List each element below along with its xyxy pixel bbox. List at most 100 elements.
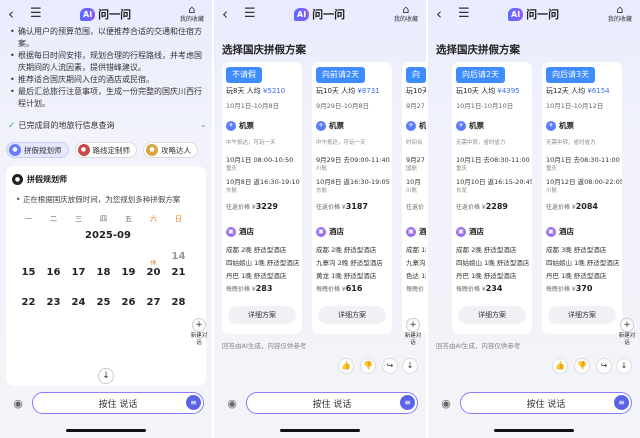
list-menu-icon[interactable]: ☰ (244, 6, 256, 22)
favorites-button[interactable]: ⌂ 我的收藏 (178, 4, 206, 24)
flight-section-title: ✈ 机票 (226, 120, 254, 131)
input-area: ◉ 按住 说话 ≡ (214, 388, 426, 438)
calendar-day[interactable]: 18 (91, 267, 116, 297)
chevron-down-icon[interactable]: ⌄ (200, 120, 207, 129)
plus-icon: + (406, 318, 420, 332)
back-arrow-icon[interactable]: ‹ (436, 6, 442, 22)
download-icon[interactable]: ↓ (402, 358, 418, 374)
app-logo: AI 问一问 (80, 6, 131, 22)
plan-card[interactable]: 向玩10天 人均 ¥7 9月27日 ✈机时间合 9月27 15: 国航 10月川航往返价 ▣… (402, 62, 426, 334)
plan-summary: 玩10天 人均 ¥8731 (316, 86, 380, 96)
plan-card[interactable]: 向前请2天 玩10天 人均 ¥8731 9月29日-10月8日 ✈ 机票 中午抵达，可玩一… (312, 62, 392, 334)
flight-price-label: 往返价 (406, 204, 425, 211)
hotel-item: 成都 2晚 舒适型酒店 (456, 246, 517, 254)
list-item: 推荐适合国庆期间入住的酒店或民宿。 (8, 74, 206, 86)
share-icon[interactable]: ↪ (596, 358, 612, 374)
page-title: 选择国庆拼假方案 (222, 44, 306, 56)
outbound-flight: 9月29日 去09:00-11:40 (316, 156, 390, 164)
weekday: 四 (100, 215, 107, 223)
new-chat-label: 新建对话 (190, 333, 208, 346)
plane-icon: ✈ (546, 120, 556, 131)
completed-step[interactable]: ✓ 已完成目的地旅行信息查询 ⌄ (8, 120, 207, 131)
calendar-day[interactable]: 21 (166, 267, 191, 297)
hotel-item: 九寨沟 2晚 舒适型酒店 (316, 259, 383, 267)
plan-card[interactable]: 向后请2天 玩10天 人均 ¥4395 10月1日-10月10日 ✈ 机票 无需中转，省时… (452, 62, 532, 334)
thumbs-down-icon[interactable]: 👎 (360, 358, 376, 374)
calendar-day[interactable]: 15 (16, 267, 41, 297)
keyboard-icon[interactable]: ≡ (614, 395, 629, 410)
flight-title: 机票 (559, 121, 574, 130)
list-menu-icon[interactable]: ☰ (30, 6, 42, 22)
voice-input-bar[interactable]: 按住 说话 ≡ (246, 392, 418, 414)
favorites-button[interactable]: ⌂ 我的收藏 (606, 4, 634, 24)
calendar-day[interactable]: 26 (116, 297, 141, 327)
calendar-day[interactable]: 27 (141, 297, 166, 327)
details-button[interactable]: 详细方案 (318, 306, 386, 324)
hotel-section-title: ▣ 酒店 (456, 226, 484, 237)
plan-dates: 9月29日-10月8日 (316, 102, 370, 110)
calendar-day[interactable]: 23 (41, 297, 66, 327)
plan-tag: 向后请3天 (546, 67, 596, 83)
calendar-day-special[interactable]: 休 20 (141, 260, 166, 297)
download-icon[interactable]: ↓ (616, 358, 632, 374)
plan-duration: 玩12天 人均 (546, 87, 588, 95)
planner-status-text: 正在根据国庆放假时间，为您规划多种拼假方案 (22, 195, 181, 204)
new-chat-button[interactable]: + 新建对话 (190, 318, 208, 347)
agent-tab-planner[interactable]: ● 拼假规划师 (6, 142, 69, 158)
back-arrow-icon[interactable]: ‹ (222, 6, 228, 22)
scroll-down-button[interactable]: ↓ (98, 368, 114, 384)
details-button[interactable]: 详细方案 (458, 306, 526, 324)
calendar-day[interactable]: 14 (166, 251, 191, 267)
flight-price-value: 3229 (255, 202, 278, 211)
plan-duration: 玩10天 人均 (456, 87, 498, 95)
list-menu-icon[interactable]: ☰ (458, 6, 470, 22)
agent-tab-route[interactable]: ● 路线定制师 (74, 142, 137, 158)
calendar: 一 二 三 四 五 六 日 2025-09 14 15 16 17 18 19 … (16, 214, 200, 327)
agent-tab-guide[interactable]: ● 攻略达人 (143, 142, 198, 158)
flight-section-title: ✈ 机票 (316, 120, 344, 131)
hotel-price-value: 370 (575, 284, 593, 293)
hotel-icon: ▣ (406, 226, 416, 237)
hotel-title: 酒店 (559, 227, 574, 236)
thumbs-up-icon[interactable]: 👍 (338, 358, 354, 374)
app-name: 问一问 (312, 8, 346, 21)
calendar-day[interactable]: 22 (16, 297, 41, 327)
keyboard-icon[interactable]: ≡ (400, 395, 415, 410)
calendar-day[interactable]: 17 (66, 267, 91, 297)
calendar-day[interactable]: 28 (166, 297, 191, 327)
avatar: ● (146, 144, 158, 156)
thumbs-up-icon[interactable]: 👍 (552, 358, 568, 374)
hotel-price: 每晚价格 ¥616 (316, 284, 362, 293)
plan-card[interactable]: 向后请3天 玩12天 人均 ¥6154 10月1日-10月12日 ✈ 机票 无需中转，省时… (542, 62, 622, 334)
plane-icon: ✈ (316, 120, 326, 131)
hotel-section-title: ▣ 酒店 (546, 226, 574, 237)
share-icon[interactable]: ↪ (382, 358, 398, 374)
ai-badge: AI (80, 7, 96, 21)
details-button[interactable]: 详细方案 (548, 306, 616, 324)
flight-note: 中午抵达，可玩一天 (226, 140, 276, 146)
new-chat-button[interactable]: + 新建对话 (618, 318, 636, 347)
new-chat-label: 新建对话 (404, 333, 422, 346)
list-item: 最后汇总旅行注意事项，生成一份完整的国庆川西行程计划。 (8, 86, 206, 110)
plan-summary: 玩10天 人均 ¥4395 (456, 86, 520, 96)
details-button[interactable]: 详细方案 (228, 306, 296, 324)
hotel-price-label: 每晚价 (406, 286, 425, 293)
voice-input-bar[interactable]: 按住 说话 ≡ (32, 392, 204, 414)
voice-input-bar[interactable]: 按住 说话 ≡ (460, 392, 632, 414)
new-chat-button[interactable]: + 新建对话 (404, 318, 422, 347)
calendar-day[interactable]: 16 (41, 267, 66, 297)
camera-icon[interactable]: ◉ (10, 396, 26, 412)
keyboard-icon[interactable]: ≡ (186, 395, 201, 410)
camera-icon[interactable]: ◉ (438, 396, 454, 412)
calendar-day[interactable]: 19 (116, 267, 141, 297)
agent-name: 拼假规划师 (24, 145, 62, 155)
calendar-day[interactable]: 25 (91, 297, 116, 327)
back-arrow-icon[interactable]: ‹ (8, 6, 14, 22)
plan-card[interactable]: 不请假 玩8天 人均 ¥5210 10月1日-10月8日 ✈ 机票 中午抵达，可玩一天 10… (222, 62, 302, 334)
camera-icon[interactable]: ◉ (224, 396, 240, 412)
thumbs-down-icon[interactable]: 👎 (574, 358, 590, 374)
calendar-day[interactable]: 24 (66, 297, 91, 327)
favorites-button[interactable]: ⌂ 我的收藏 (392, 4, 420, 24)
hotel-section-title: ▣ 酒店 (316, 226, 344, 237)
bookmark-icon: ⌂ (616, 3, 624, 16)
